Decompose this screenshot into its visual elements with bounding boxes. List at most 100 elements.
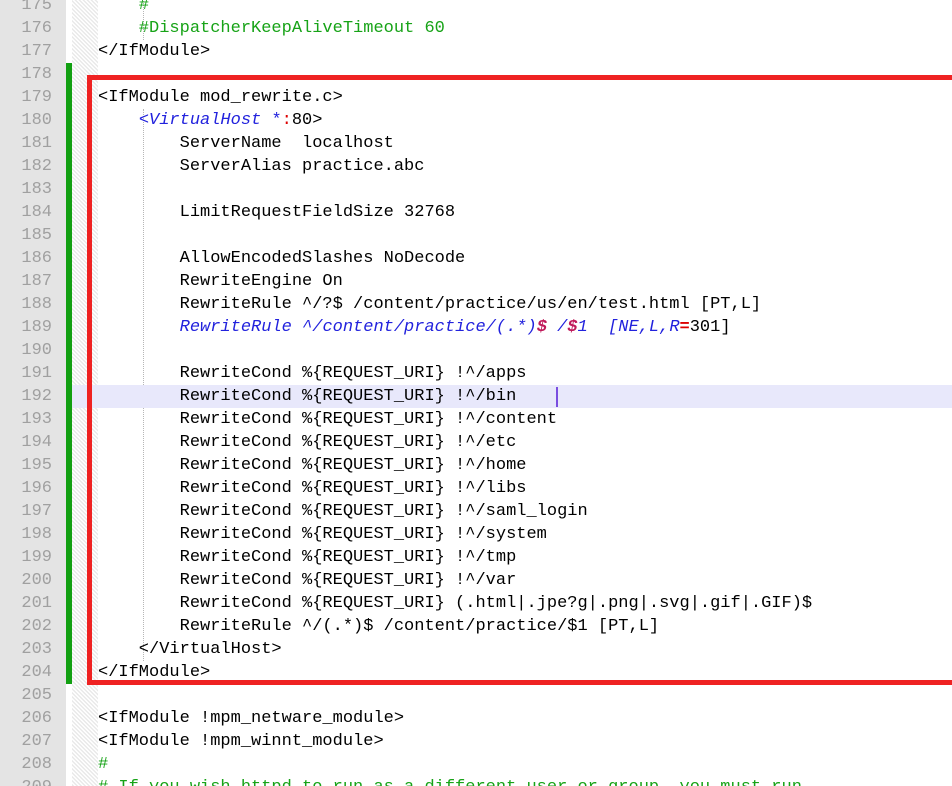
code-token: <IfModule !mpm_netware_module>: [98, 709, 404, 728]
line-number[interactable]: 187: [0, 270, 52, 293]
vcs-change-bar[interactable]: [66, 63, 72, 684]
code-line[interactable]: <IfModule mod_rewrite.c>: [98, 86, 343, 109]
code-line[interactable]: RewriteCond %{REQUEST_URI} !^/tmp: [98, 546, 516, 569]
code-token: [98, 318, 180, 337]
code-line[interactable]: RewriteCond %{REQUEST_URI} !^/saml_login: [98, 500, 588, 523]
code-line[interactable]: RewriteRule ^/(.*)$ /content/practice/$1…: [98, 615, 659, 638]
code-token: =: [680, 318, 690, 337]
code-line[interactable]: #: [98, 753, 108, 776]
code-line[interactable]: RewriteRule ^/content/practice/(.*)$ /$1…: [98, 316, 731, 339]
code-line[interactable]: RewriteCond %{REQUEST_URI} !^/system: [98, 523, 547, 546]
code-line[interactable]: #DispatcherKeepAliveTimeout 60: [98, 17, 445, 40]
code-line[interactable]: <IfModule !mpm_winnt_module>: [98, 730, 384, 753]
code-line[interactable]: RewriteRule ^/?$ /content/practice/us/en…: [98, 293, 761, 316]
code-token: RewriteCond %{REQUEST_URI} !^/saml_login: [98, 502, 588, 521]
code-line[interactable]: RewriteCond %{REQUEST_URI} !^/home: [98, 454, 526, 477]
code-line[interactable]: LimitRequestFieldSize 32768: [98, 201, 455, 224]
line-number[interactable]: 183: [0, 178, 52, 201]
code-token: RewriteCond %{REQUEST_URI} !^/apps: [98, 364, 526, 383]
code-token: AllowEncodedSlashes NoDecode: [98, 249, 465, 268]
code-line[interactable]: RewriteCond %{REQUEST_URI} (.html|.jpe?g…: [98, 592, 812, 615]
code-token: LimitRequestFieldSize 32768: [98, 203, 455, 222]
code-token: RewriteCond %{REQUEST_URI} !^/system: [98, 525, 547, 544]
code-line[interactable]: </IfModule>: [98, 40, 210, 63]
line-number[interactable]: 200: [0, 569, 52, 592]
line-number[interactable]: 199: [0, 546, 52, 569]
code-token: $: [537, 318, 547, 337]
line-number[interactable]: 175: [0, 0, 52, 17]
code-line[interactable]: </VirtualHost>: [98, 638, 282, 661]
code-token: RewriteCond %{REQUEST_URI} !^/var: [98, 571, 516, 590]
code-token: [261, 111, 271, 130]
code-line[interactable]: </IfModule>: [98, 661, 210, 684]
code-line[interactable]: AllowEncodedSlashes NoDecode: [98, 247, 465, 270]
code-line[interactable]: RewriteCond %{REQUEST_URI} !^/bin: [98, 385, 516, 408]
line-number[interactable]: 192: [0, 385, 52, 408]
line-number[interactable]: 193: [0, 408, 52, 431]
code-token: 1 [NE,L,R: [578, 318, 680, 337]
code-token: RewriteRule ^/?$ /content/practice/us/en…: [98, 295, 761, 314]
line-number[interactable]: 196: [0, 477, 52, 500]
line-number[interactable]: 177: [0, 40, 52, 63]
code-line[interactable]: RewriteCond %{REQUEST_URI} !^/var: [98, 569, 516, 592]
code-token: *: [271, 111, 281, 130]
line-number[interactable]: 190: [0, 339, 52, 362]
line-number[interactable]: 185: [0, 224, 52, 247]
line-number[interactable]: 191: [0, 362, 52, 385]
code-token: 301]: [690, 318, 731, 337]
line-number[interactable]: 188: [0, 293, 52, 316]
code-line[interactable]: RewriteCond %{REQUEST_URI} !^/libs: [98, 477, 526, 500]
code-line[interactable]: <IfModule !mpm_netware_module>: [98, 707, 404, 730]
code-line[interactable]: ServerName localhost: [98, 132, 394, 155]
code-token: ServerAlias practice.abc: [98, 157, 424, 176]
code-token: RewriteCond %{REQUEST_URI} !^/home: [98, 456, 526, 475]
line-number[interactable]: 201: [0, 592, 52, 615]
code-token: 80>: [292, 111, 323, 130]
code-line[interactable]: RewriteCond %{REQUEST_URI} !^/apps: [98, 362, 526, 385]
code-token: RewriteCond %{REQUEST_URI} (.html|.jpe?g…: [98, 594, 812, 613]
code-editor[interactable]: 175 #176 #DispatcherKeepAliveTimeout 60 1…: [0, 0, 952, 786]
line-number[interactable]: 206: [0, 707, 52, 730]
code-line[interactable]: RewriteEngine On: [98, 270, 343, 293]
line-number[interactable]: 207: [0, 730, 52, 753]
code-token: </IfModule>: [98, 663, 210, 682]
line-number[interactable]: 180: [0, 109, 52, 132]
line-number[interactable]: 198: [0, 523, 52, 546]
line-number[interactable]: 178: [0, 63, 52, 86]
code-line[interactable]: #: [98, 0, 149, 17]
code-token: #: [98, 755, 108, 774]
code-token: $: [567, 318, 577, 337]
line-number[interactable]: 184: [0, 201, 52, 224]
line-number[interactable]: 194: [0, 431, 52, 454]
line-number[interactable]: 186: [0, 247, 52, 270]
line-number[interactable]: 205: [0, 684, 52, 707]
line-number[interactable]: 202: [0, 615, 52, 638]
code-token: </VirtualHost>: [98, 640, 282, 659]
code-token: RewriteRule ^/content/practice/(.*): [180, 318, 537, 337]
line-number[interactable]: 208: [0, 753, 52, 776]
line-number[interactable]: 195: [0, 454, 52, 477]
text-caret: [556, 387, 558, 407]
code-token: /: [547, 318, 567, 337]
code-token: [98, 111, 139, 130]
code-token: RewriteCond %{REQUEST_URI} !^/tmp: [98, 548, 516, 567]
line-number[interactable]: 197: [0, 500, 52, 523]
line-number[interactable]: 176: [0, 17, 52, 40]
code-line[interactable]: RewriteCond %{REQUEST_URI} !^/etc: [98, 431, 516, 454]
code-line[interactable]: <VirtualHost *:80>: [98, 109, 322, 132]
line-number[interactable]: 203: [0, 638, 52, 661]
code-token: RewriteCond %{REQUEST_URI} !^/bin: [98, 387, 516, 406]
line-number[interactable]: 179: [0, 86, 52, 109]
line-number[interactable]: 182: [0, 155, 52, 178]
code-line[interactable]: # If you wish httpd to run as a differen…: [98, 776, 802, 786]
code-token: RewriteCond %{REQUEST_URI} !^/content: [98, 410, 557, 429]
line-number[interactable]: 189: [0, 316, 52, 339]
line-number[interactable]: 181: [0, 132, 52, 155]
line-number[interactable]: 209: [0, 776, 52, 786]
code-token: RewriteCond %{REQUEST_URI} !^/libs: [98, 479, 526, 498]
code-token: <IfModule !mpm_winnt_module>: [98, 732, 384, 751]
code-line[interactable]: RewriteCond %{REQUEST_URI} !^/content: [98, 408, 557, 431]
code-line[interactable]: ServerAlias practice.abc: [98, 155, 424, 178]
line-number[interactable]: 204: [0, 661, 52, 684]
code-token: <VirtualHost: [139, 111, 261, 130]
